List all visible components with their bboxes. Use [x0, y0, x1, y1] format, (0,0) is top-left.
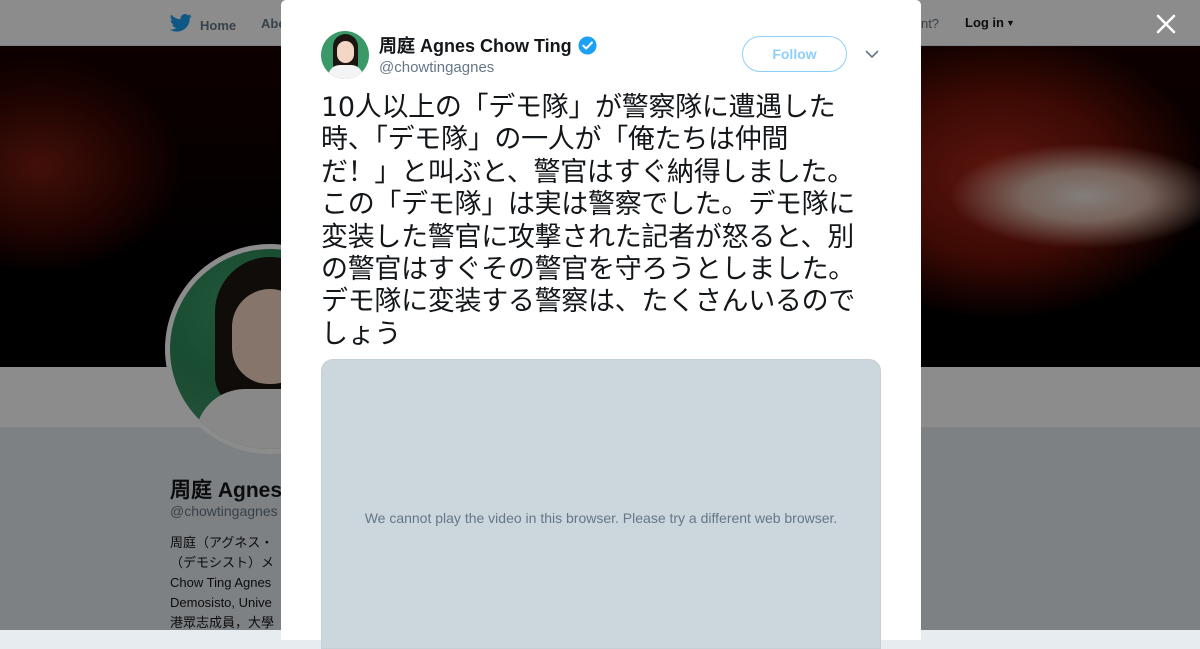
- video-error-message: We cannot play the video in this browser…: [364, 510, 838, 526]
- tweet-author-avatar[interactable]: [321, 31, 369, 79]
- close-icon: [1150, 14, 1182, 44]
- tweet-author-handle[interactable]: @chowtingagnes: [379, 59, 494, 76]
- verified-badge-icon: [578, 35, 597, 55]
- follow-button[interactable]: Follow: [742, 36, 847, 72]
- tweet-modal: 周庭 Agnes Chow Ting @chowtingagnes Follow…: [281, 0, 921, 649]
- chevron-down-icon: [863, 45, 881, 63]
- tweet-author-row: 周庭 Agnes Chow Ting: [379, 32, 597, 58]
- video-player[interactable]: We cannot play the video in this browser…: [321, 359, 881, 649]
- tweet-menu-button[interactable]: [863, 45, 881, 63]
- tweet-author-name[interactable]: 周庭 Agnes Chow Ting: [379, 32, 572, 58]
- tweet-text: 10人以上の「デモ隊」が警察隊に遭遇した 時、「デモ隊」の一人が「俺たちは仲間 …: [321, 92, 855, 350]
- close-button[interactable]: [1150, 8, 1182, 40]
